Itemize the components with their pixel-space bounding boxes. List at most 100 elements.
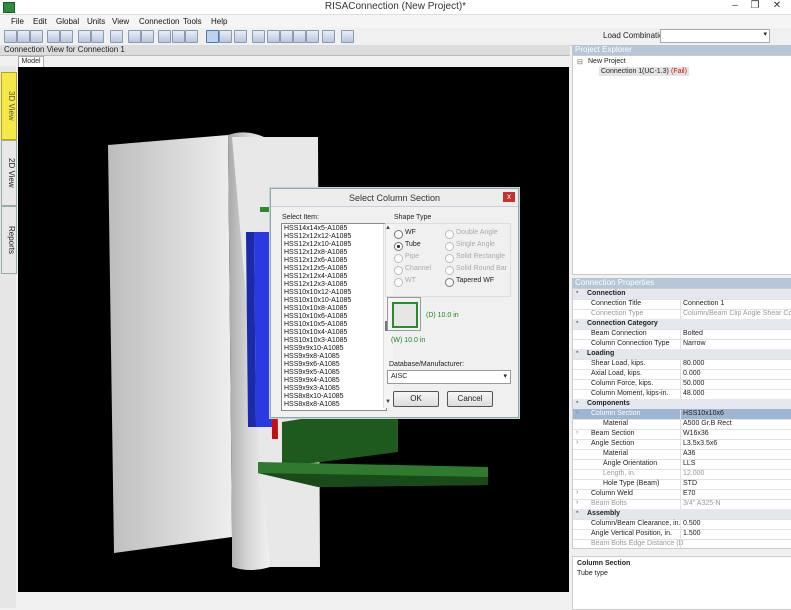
iso-view-icon[interactable] (252, 30, 265, 43)
print-icon[interactable] (78, 30, 91, 43)
view-report-icon[interactable] (234, 30, 247, 43)
property-value[interactable]: LLS (680, 460, 791, 469)
property-row[interactable]: Beam Bolts Edge Distance (D (573, 539, 791, 548)
restore-icon[interactable]: ❐ (744, 0, 766, 12)
list-item[interactable]: HSS12x12x4-A1085 (284, 273, 347, 281)
collapse-icon[interactable]: ▪ (576, 399, 578, 406)
list-item[interactable]: HSS9x9x8-A1085 (284, 353, 340, 361)
expand-icon[interactable]: › (576, 409, 578, 416)
undo-icon[interactable] (128, 30, 141, 43)
collapse-icon[interactable]: ▪ (576, 349, 578, 356)
property-value[interactable]: 50.000 (680, 380, 791, 389)
collapse-icon[interactable]: ▪ (576, 289, 578, 296)
expand-icon[interactable]: › (576, 499, 578, 506)
open-file-icon[interactable] (17, 30, 30, 43)
radio-wf[interactable] (394, 230, 403, 239)
load-combination-select[interactable]: ▾ (660, 29, 770, 43)
list-item[interactable]: HSS12x12x3-A1085 (284, 281, 347, 289)
list-item[interactable]: HSS10x10x10-A1085 (284, 297, 351, 305)
top-view-icon[interactable] (293, 30, 306, 43)
property-value[interactable]: 3/4" A325-N (680, 500, 791, 509)
property-value[interactable]: 80.000 (680, 360, 791, 369)
tree-root-label[interactable]: New Project (588, 58, 626, 65)
list-item[interactable]: HSS10x10x4-A1085 (284, 329, 347, 337)
expand-icon[interactable]: › (576, 439, 578, 446)
new-file-icon[interactable] (4, 30, 17, 43)
property-value[interactable]: HSS10x10x6 (680, 410, 791, 419)
list-item[interactable]: HSS14x14x5-A1085 (284, 225, 347, 233)
ok-button[interactable]: OK (393, 391, 439, 407)
list-item[interactable]: HSS10x10x6-A1085 (284, 313, 347, 321)
collapse-icon[interactable]: ▪ (576, 509, 578, 516)
list-item[interactable]: HSS8x8x10-A1085 (284, 393, 344, 401)
redo-icon[interactable] (141, 30, 154, 43)
property-value[interactable]: W16x36 (680, 430, 791, 439)
minimize-icon[interactable]: – (724, 0, 746, 12)
globe-icon[interactable] (172, 30, 185, 43)
property-value[interactable]: 48.000 (680, 390, 791, 399)
list-item[interactable]: HSS10x10x12-A1085 (284, 289, 351, 297)
render-icon[interactable] (158, 30, 171, 43)
property-value[interactable]: 0.000 (680, 370, 791, 379)
list-item[interactable]: HSS12x12x10-A1085 (284, 241, 351, 249)
expand-icon[interactable]: › (576, 489, 578, 496)
menu-global[interactable]: Global (56, 17, 79, 26)
property-value[interactable]: 12.000 (680, 470, 791, 479)
cancel-button[interactable]: Cancel (447, 391, 493, 407)
collapse-icon[interactable]: ⊟ (577, 58, 583, 66)
copy-icon[interactable] (60, 30, 73, 43)
front-view-icon[interactable] (267, 30, 280, 43)
menu-connection[interactable]: Connection (139, 17, 179, 26)
tab-2d-view[interactable]: 2D View (1, 140, 17, 206)
close-icon[interactable]: x (503, 192, 515, 202)
list-item[interactable]: HSS9x9x6-A1085 (284, 361, 340, 369)
menu-tools[interactable]: Tools (183, 17, 202, 26)
radio-tube[interactable] (394, 242, 403, 251)
tab-3d-view[interactable]: 3D View (1, 72, 17, 140)
list-item[interactable]: HSS10x10x8-A1085 (284, 305, 347, 313)
property-value[interactable]: 0.500 (680, 520, 791, 529)
menu-help[interactable]: Help (211, 17, 227, 26)
property-value[interactable] (680, 540, 791, 548)
menu-file[interactable]: File (11, 17, 24, 26)
database-select[interactable]: AISC ▾ (387, 370, 511, 384)
property-value[interactable]: A500 Gr.B Rect (680, 420, 791, 429)
list-item[interactable]: HSS12x12x8-A1085 (284, 249, 347, 257)
radio-tapered-wf[interactable] (445, 278, 454, 287)
property-value[interactable]: L3.5x3.5x6 (680, 440, 791, 449)
property-value[interactable]: Bolted (680, 330, 791, 339)
view-2d-icon[interactable] (219, 30, 232, 43)
print-preview-icon[interactable] (91, 30, 104, 43)
property-value[interactable]: Column/Beam Clip Angle Shear Conn (680, 310, 791, 319)
property-value[interactable]: STD (680, 480, 791, 489)
collapse-icon[interactable]: ▪ (576, 319, 578, 326)
property-value[interactable]: Connection 1 (680, 300, 791, 309)
scroll-down-icon[interactable]: ▼ (385, 399, 391, 405)
list-item[interactable]: HSS12x12x12-A1085 (284, 233, 351, 241)
list-item[interactable]: HSS10x10x5-A1085 (284, 321, 347, 329)
tree-item-connection-1[interactable]: Connection 1 (UC-1.3) (Fail) (599, 67, 689, 76)
list-item[interactable]: HSS9x9x10-A1085 (284, 345, 344, 353)
list-item[interactable]: HSS9x9x3-A1085 (284, 385, 340, 393)
list-item[interactable]: HSS10x10x3-A1085 (284, 337, 347, 345)
left-view-icon[interactable] (280, 30, 293, 43)
right-view-icon[interactable] (306, 30, 319, 43)
property-value[interactable]: 1.500 (680, 530, 791, 539)
expand-icon[interactable]: › (576, 429, 578, 436)
property-value[interactable]: Narrow (680, 340, 791, 349)
list-item[interactable]: HSS9x9x4-A1085 (284, 377, 340, 385)
rotate-icon[interactable] (322, 30, 335, 43)
list-item[interactable]: HSS8x8x8-A1085 (284, 401, 340, 409)
zoom-icon[interactable] (341, 30, 354, 43)
menu-view[interactable]: View (112, 17, 129, 26)
menu-units[interactable]: Units (87, 17, 105, 26)
list-item[interactable]: HSS12x12x6-A1085 (284, 257, 347, 265)
save-icon[interactable] (30, 30, 43, 43)
menu-edit[interactable]: Edit (33, 17, 47, 26)
tab-reports[interactable]: Reports (1, 206, 17, 274)
section-list[interactable]: HSS14x14x5-A1085 HSS12x12x12-A1085 HSS12… (281, 223, 393, 411)
property-value[interactable]: E70 (680, 490, 791, 499)
view-3d-icon[interactable] (206, 30, 219, 43)
tab-model[interactable]: Model (18, 56, 44, 67)
cut-icon[interactable] (47, 30, 60, 43)
